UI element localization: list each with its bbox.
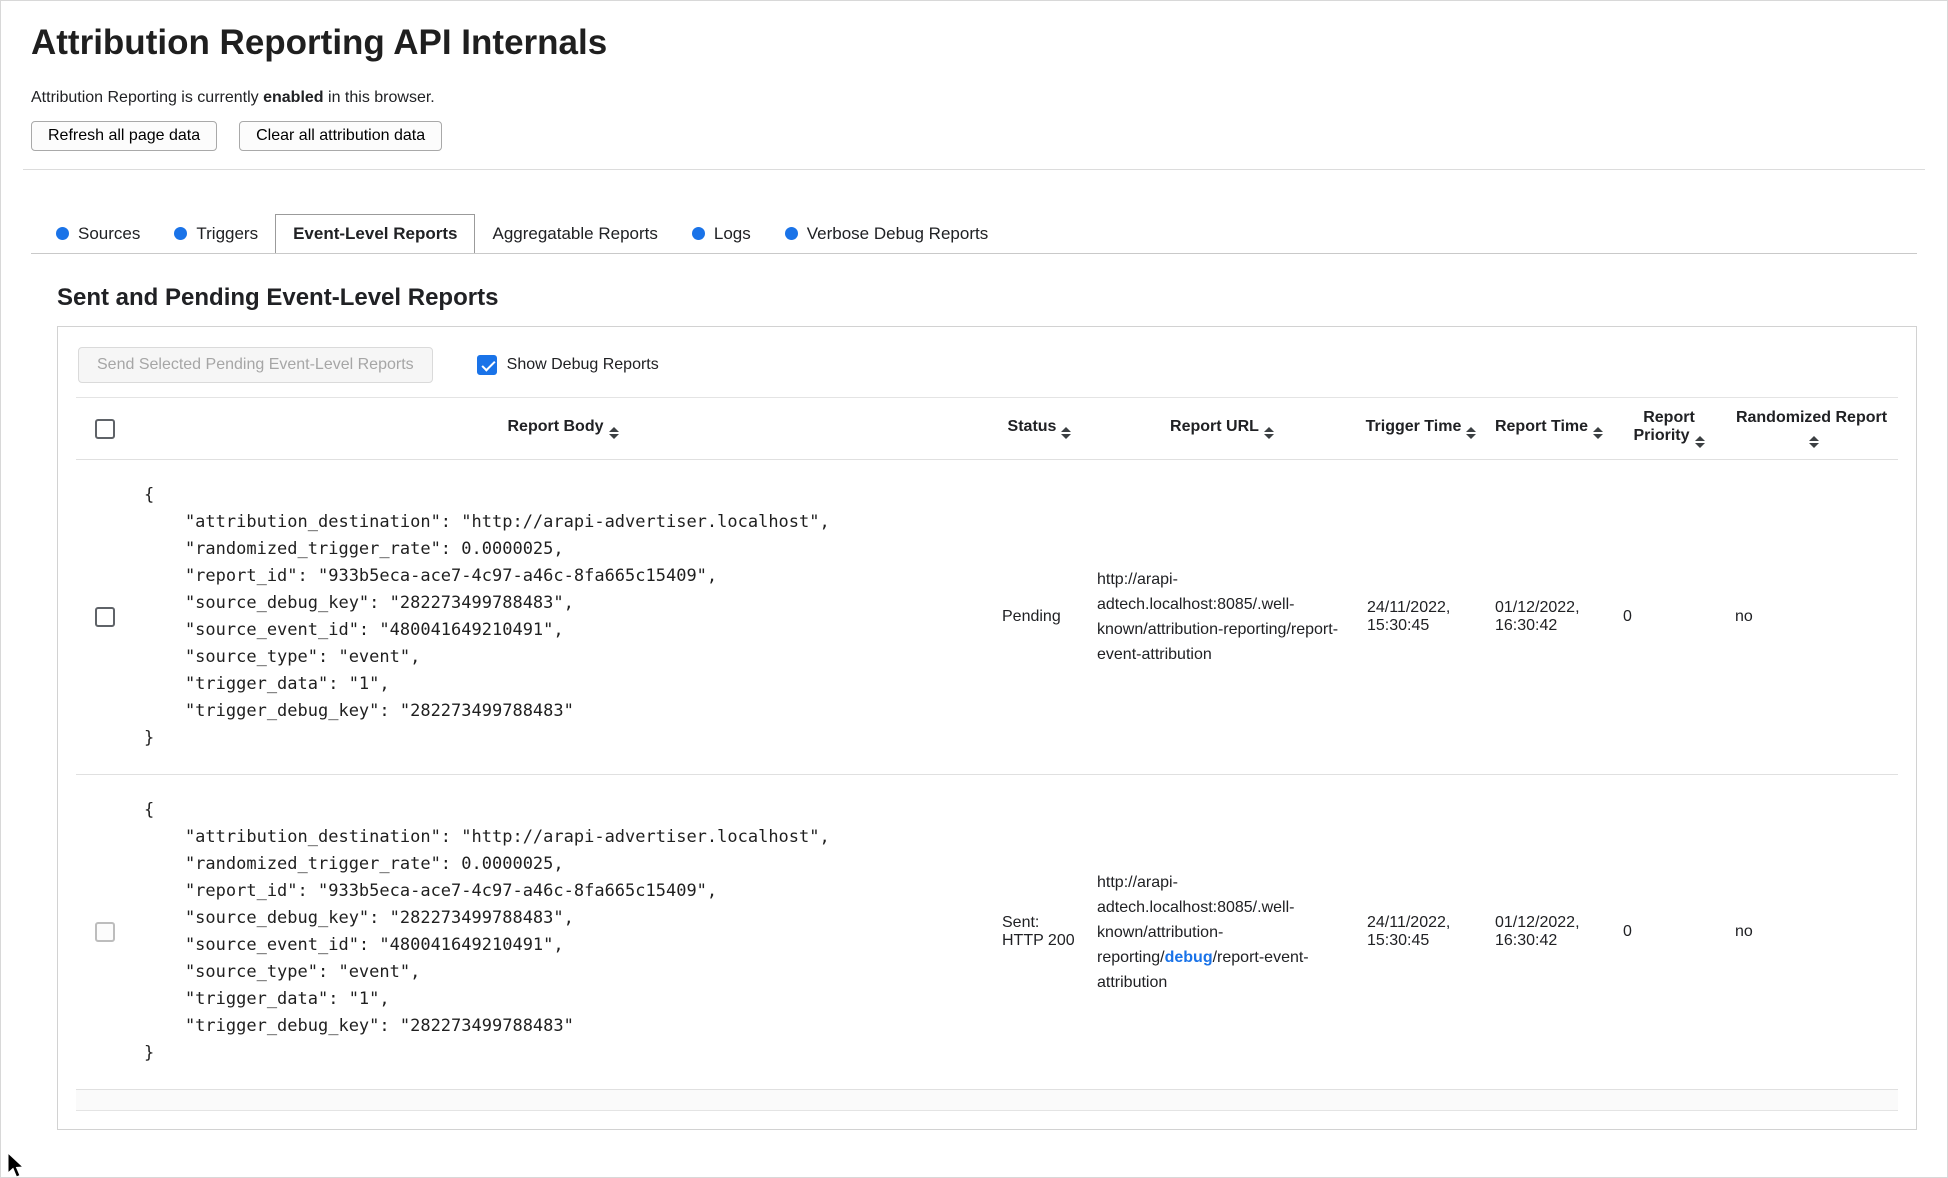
tab-verbose-debug-reports[interactable]: Verbose Debug Reports [768, 214, 1005, 253]
sort-icon [608, 427, 619, 439]
status-enabled-text: enabled [263, 89, 324, 106]
show-debug-label: Show Debug Reports [506, 356, 659, 373]
table-footer-strip [76, 1090, 1898, 1111]
tab-label: Sources [78, 223, 141, 243]
sort-icon [1466, 427, 1477, 439]
show-debug-checkbox[interactable] [476, 355, 497, 375]
header-label: Randomized Report [1735, 409, 1888, 426]
report-time-cell: 01/12/2022, 16:30:42 [1485, 459, 1613, 775]
page-toolbar: Refresh all page data Clear all attribut… [31, 121, 1917, 151]
report-body-json: { "attribution_destination": "http://ara… [144, 800, 830, 1063]
report-body-cell: { "attribution_destination": "http://ara… [134, 459, 992, 775]
report-time-cell: 01/12/2022, 16:30:42 [1485, 774, 1613, 1090]
tab-label: Aggregatable Reports [492, 223, 658, 243]
sort-icon [1809, 436, 1819, 448]
report-url-cell: http://arapi-adtech.localhost:8085/.well… [1087, 459, 1357, 775]
header-label: Report Priority [1633, 409, 1695, 444]
tab-label: Triggers [196, 223, 259, 243]
col-header-report-body[interactable]: Report Body [134, 397, 992, 460]
report-body-cell: { "attribution_destination": "http://ara… [134, 774, 992, 1090]
tab-logs[interactable]: Logs [675, 214, 768, 253]
tab-bar: Sources Triggers Event-Level Reports Agg… [31, 214, 1917, 254]
report-row: { "attribution_destination": "http://ara… [76, 774, 1898, 1090]
tab-triggers[interactable]: Triggers [157, 214, 275, 253]
sort-icon [1593, 427, 1604, 439]
section-heading: Sent and Pending Event-Level Reports [57, 284, 499, 311]
data-indicator-icon [784, 227, 798, 240]
status-cell: Pending [992, 459, 1087, 775]
row-select-checkbox[interactable] [95, 922, 115, 942]
url-text: http://arapi-adtech.localhost:8085/.well… [1097, 571, 1295, 638]
status-text-prefix: Attribution Reporting is currently [31, 89, 264, 106]
report-body-json: { "attribution_destination": "http://ara… [144, 485, 830, 748]
header-label: Status [1007, 418, 1057, 435]
reports-table: Report Body Status Report URL Trigger Ti… [76, 397, 1898, 1090]
header-label: Report URL [1170, 418, 1259, 435]
col-header-trigger-time[interactable]: Trigger Time [1357, 397, 1485, 460]
status-line: Attribution Reporting is currently enabl… [31, 89, 1917, 107]
page-title: Attribution Reporting API Internals [31, 23, 608, 62]
reports-panel: Send Selected Pending Event-Level Report… [57, 326, 1917, 1130]
report-priority-cell: 0 [1613, 459, 1725, 775]
table-header-row: Report Body Status Report URL Trigger Ti… [76, 397, 1898, 460]
tab-sources[interactable]: Sources [39, 214, 157, 253]
tab-label: Logs [713, 223, 751, 243]
data-indicator-icon [174, 227, 188, 240]
row-select-cell [76, 459, 134, 775]
tab-label: Event-Level Reports [293, 224, 458, 243]
panel-toolbar: Send Selected Pending Event-Level Report… [78, 347, 1898, 383]
debug-link[interactable]: debug [1165, 949, 1213, 966]
trigger-time-cell: 24/11/2022, 15:30:45 [1357, 774, 1485, 1090]
sort-icon [1263, 427, 1274, 439]
randomized-report-cell: no [1725, 459, 1898, 775]
select-all-checkbox[interactable] [95, 418, 115, 439]
report-url-cell: http://arapi-adtech.localhost:8085/.well… [1087, 774, 1357, 1090]
tab-event-level-reports[interactable]: Event-Level Reports [275, 214, 476, 253]
randomized-report-cell: no [1725, 774, 1898, 1090]
send-selected-button[interactable]: Send Selected Pending Event-Level Report… [78, 347, 433, 383]
mouse-cursor-icon [7, 1153, 25, 1177]
tab-aggregatable-reports[interactable]: Aggregatable Reports [475, 214, 674, 253]
divider [23, 169, 1925, 170]
header-label: Report Body [507, 418, 604, 435]
trigger-time-cell: 24/11/2022, 15:30:45 [1357, 459, 1485, 775]
col-header-report-url[interactable]: Report URL [1087, 397, 1357, 460]
show-debug-toggle[interactable]: Show Debug Reports [476, 355, 659, 375]
col-header-report-priority[interactable]: Report Priority [1613, 397, 1725, 460]
data-indicator-icon [691, 227, 705, 240]
report-row: { "attribution_destination": "http://ara… [76, 459, 1898, 775]
sort-icon [1061, 427, 1072, 439]
sort-icon [1694, 436, 1705, 448]
row-select-checkbox[interactable] [95, 607, 115, 627]
status-text-suffix: in this browser. [323, 89, 435, 106]
status-cell: Sent: HTTP 200 [992, 774, 1087, 1090]
header-label: Trigger Time [1365, 418, 1462, 435]
header-label: Report Time [1494, 418, 1589, 435]
select-all-header [76, 397, 134, 460]
col-header-randomized-report[interactable]: Randomized Report [1725, 397, 1898, 460]
tab-label: Verbose Debug Reports [806, 223, 989, 243]
col-header-status[interactable]: Status [992, 397, 1087, 460]
attribution-internals-page: Attribution Reporting API Internals Attr… [0, 0, 1948, 1178]
row-select-cell [76, 774, 134, 1090]
clear-all-button[interactable]: Clear all attribution data [239, 121, 443, 151]
data-indicator-icon [56, 227, 69, 240]
col-header-report-time[interactable]: Report Time [1485, 397, 1613, 460]
report-priority-cell: 0 [1613, 774, 1725, 1090]
refresh-all-button[interactable]: Refresh all page data [31, 121, 218, 151]
